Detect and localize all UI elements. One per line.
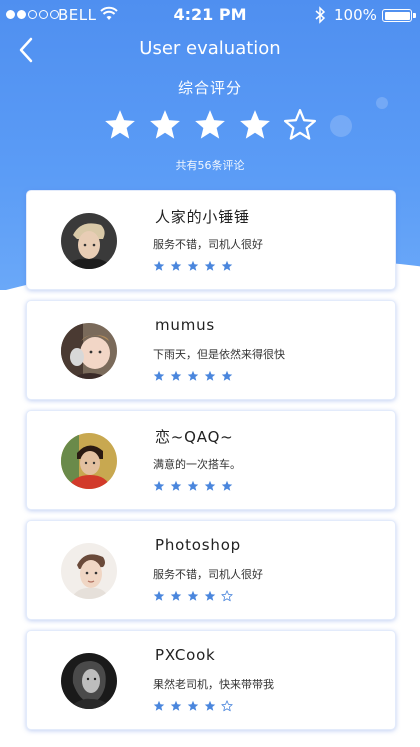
star-filled-icon (153, 590, 165, 601)
star-filled-icon (170, 260, 182, 271)
star-filled-icon (170, 700, 182, 711)
star-filled-icon (153, 260, 165, 271)
review-comment: 服务不错，司机人很好 (153, 238, 263, 251)
review-card[interactable]: 恋~QAQ~ 满意的一次搭车。 (26, 410, 396, 510)
page-title: User evaluation (139, 38, 281, 59)
review-stars (153, 590, 233, 602)
star-filled-icon (187, 370, 199, 381)
avatar-woman-dark (61, 653, 117, 709)
star-filled-icon (153, 370, 165, 381)
reviewer-name: 人家的小锤锤 (155, 208, 250, 226)
avatar-boy-red (61, 433, 117, 489)
reviewer-name: Photoshop (155, 536, 242, 554)
review-stars (153, 480, 233, 492)
star-filled-icon (187, 590, 199, 601)
star-filled-icon (204, 590, 216, 601)
star-filled-icon (105, 110, 135, 139)
star-filled-icon (204, 700, 216, 711)
battery-icon (382, 9, 416, 22)
review-card[interactable]: 人家的小锤锤 服务不错，司机人很好 (26, 190, 396, 290)
battery-percentage: 100% (334, 6, 377, 24)
star-outline-icon (283, 108, 317, 140)
star-filled-icon (187, 700, 199, 711)
star-filled-icon (153, 700, 165, 711)
star-filled-icon (187, 260, 199, 271)
bluetooth-icon (314, 6, 326, 28)
overall-rating-label: 综合评分 (177, 79, 242, 97)
star-filled-icon (195, 110, 225, 139)
status-bar: BELL 4:21 PM 100% (0, 0, 420, 30)
star-outline-icon (221, 700, 233, 712)
review-count: 共有56条评论 (175, 159, 245, 172)
overall-rating-stars (103, 108, 317, 144)
avatar-man-blonde (61, 213, 117, 269)
review-comment: 满意的一次搭车。 (153, 458, 241, 471)
review-comment: 服务不错，司机人很好 (153, 568, 263, 581)
star-filled-icon (221, 480, 233, 491)
review-card[interactable]: PXCook 果然老司机，快来带带我 (26, 630, 396, 730)
star-filled-icon (204, 260, 216, 271)
reviewer-name: mumus (155, 316, 216, 334)
review-list: 人家的小锤锤 服务不错，司机人很好 mumus 下雨天，但是依然来得很快 恋~Q… (26, 190, 396, 740)
star-filled-icon (240, 110, 270, 139)
reviewer-name: 恋~QAQ~ (155, 428, 234, 446)
review-stars (153, 260, 233, 272)
star-outline-icon (221, 590, 233, 602)
avatar-baby (61, 323, 117, 379)
star-filled-icon (221, 260, 233, 271)
review-stars (153, 370, 233, 382)
star-filled-icon (204, 480, 216, 491)
star-filled-icon (187, 480, 199, 491)
star-filled-icon (204, 370, 216, 381)
star-filled-icon (150, 110, 180, 139)
avatar-man-portrait (61, 543, 117, 599)
review-comment: 果然老司机，快来带带我 (153, 678, 274, 691)
star-filled-icon (153, 480, 165, 491)
review-comment: 下雨天，但是依然来得很快 (153, 348, 285, 361)
star-filled-icon (170, 590, 182, 601)
reviewer-name: PXCook (155, 646, 216, 664)
star-filled-icon (170, 480, 182, 491)
star-filled-icon (170, 370, 182, 381)
review-stars (153, 700, 233, 712)
star-filled-icon (221, 370, 233, 381)
review-card[interactable]: Photoshop 服务不错，司机人很好 (26, 520, 396, 620)
review-card[interactable]: mumus 下雨天，但是依然来得很快 (26, 300, 396, 400)
